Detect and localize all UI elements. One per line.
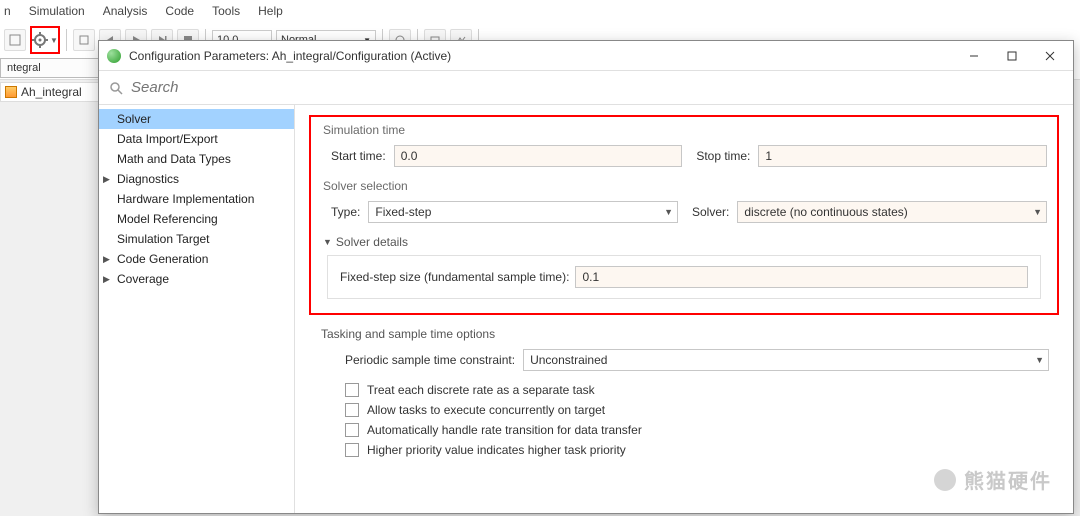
solver-details-toggle[interactable]: ▼ Solver details [323, 235, 1047, 249]
tree-item-code-gen[interactable]: ▶Code Generation [99, 249, 294, 269]
menu-item[interactable]: n [4, 4, 11, 18]
maximize-button[interactable] [997, 45, 1027, 67]
tree-item-sim-target[interactable]: Simulation Target [99, 229, 294, 249]
type-dropdown[interactable]: Fixed-step ▼ [368, 201, 678, 223]
tree-item-data-import-export[interactable]: Data Import/Export [99, 129, 294, 149]
config-params-dialog: Configuration Parameters: Ah_integral/Co… [98, 40, 1074, 514]
chevron-down-icon: ▼ [1035, 355, 1044, 365]
start-time-input[interactable] [394, 145, 683, 167]
doc-tab[interactable]: ntegral [0, 58, 100, 78]
periodic-constraint-dropdown[interactable]: Unconstrained ▼ [523, 349, 1049, 371]
search-icon [109, 81, 123, 95]
solver-panel: Simulation time Start time: Stop time: S… [295, 105, 1073, 513]
chevron-down-icon: ▼ [664, 207, 673, 217]
tree-item-math-data-types[interactable]: Math and Data Types [99, 149, 294, 169]
separator [66, 29, 67, 51]
sim-time-heading: Simulation time [323, 123, 1047, 137]
start-time-label: Start time: [331, 149, 386, 163]
tree-item-hardware-impl[interactable]: Hardware Implementation [99, 189, 294, 209]
search-bar[interactable] [99, 71, 1073, 105]
search-input[interactable] [129, 78, 1063, 97]
fixed-step-input[interactable] [575, 266, 1028, 288]
dialog-titlebar: Configuration Parameters: Ah_integral/Co… [99, 41, 1073, 71]
expander-icon[interactable]: ▶ [103, 174, 110, 185]
solver-selection-row: Type: Fixed-step ▼ Solver: discrete (no … [331, 201, 1047, 223]
chevron-down-icon: ▼ [323, 237, 332, 247]
solver-details-label: Solver details [336, 235, 408, 249]
checkbox-row: Automatically handle rate transition for… [345, 423, 1049, 437]
chevron-down-icon: ▼ [1033, 207, 1042, 217]
solver-value: discrete (no continuous states) [744, 205, 907, 219]
model-settings-button[interactable]: ▼ [30, 26, 60, 54]
rate-transition-checkbox[interactable] [345, 423, 359, 437]
category-tree: Solver Data Import/Export Math and Data … [99, 105, 295, 513]
highlighted-region: Simulation time Start time: Stop time: S… [309, 115, 1059, 315]
dropdown-caret-icon: ▼ [50, 36, 58, 45]
tree-item-coverage[interactable]: ▶Coverage [99, 269, 294, 289]
concurrent-tasks-label: Allow tasks to execute concurrently on t… [367, 403, 605, 417]
concurrent-tasks-checkbox[interactable] [345, 403, 359, 417]
periodic-constraint-value: Unconstrained [530, 353, 607, 367]
expander-icon[interactable]: ▶ [103, 254, 110, 265]
periodic-constraint-label: Periodic sample time constraint: [345, 353, 515, 367]
solver-details-box: Fixed-step size (fundamental sample time… [327, 255, 1041, 299]
menubar: n Simulation Analysis Code Tools Help [0, 0, 283, 22]
tree-item-solver[interactable]: Solver [99, 109, 294, 129]
stop-time-label: Stop time: [696, 149, 750, 163]
sim-time-row: Start time: Stop time: [331, 145, 1047, 167]
gear-icon [32, 32, 48, 48]
menu-item[interactable]: Tools [212, 4, 240, 18]
toolbar-button[interactable] [4, 29, 26, 51]
solver-selection-heading: Solver selection [323, 179, 1047, 193]
menu-item[interactable]: Code [165, 4, 194, 18]
tree-item-model-ref[interactable]: Model Referencing [99, 209, 294, 229]
dialog-title: Configuration Parameters: Ah_integral/Co… [129, 49, 951, 63]
checkbox-row: Allow tasks to execute concurrently on t… [345, 403, 1049, 417]
fixed-step-label: Fixed-step size (fundamental sample time… [340, 270, 569, 284]
dialog-icon [107, 49, 121, 63]
discrete-rate-label: Treat each discrete rate as a separate t… [367, 383, 595, 397]
expander-icon[interactable]: ▶ [103, 274, 110, 285]
menu-item[interactable]: Analysis [103, 4, 148, 18]
rate-transition-label: Automatically handle rate transition for… [367, 423, 642, 437]
periodic-constraint-row: Periodic sample time constraint: Unconst… [345, 349, 1049, 371]
model-file-label: Ah_integral [21, 85, 82, 99]
checkbox-row: Treat each discrete rate as a separate t… [345, 383, 1049, 397]
type-value: Fixed-step [375, 205, 431, 219]
close-button[interactable] [1035, 45, 1065, 67]
document-area: ntegral Ah_integral [0, 58, 100, 102]
tasking-heading: Tasking and sample time options [321, 327, 1049, 341]
menu-item[interactable]: Simulation [29, 4, 85, 18]
minimize-button[interactable] [959, 45, 989, 67]
stop-time-input[interactable] [758, 145, 1047, 167]
model-file-item[interactable]: Ah_integral [0, 82, 100, 102]
menu-item[interactable]: Help [258, 4, 283, 18]
priority-value-checkbox[interactable] [345, 443, 359, 457]
tasking-section: Tasking and sample time options Periodic… [309, 325, 1059, 457]
model-icon [5, 86, 17, 98]
priority-value-label: Higher priority value indicates higher t… [367, 443, 626, 457]
solver-label: Solver: [692, 205, 729, 219]
checkbox-row: Higher priority value indicates higher t… [345, 443, 1049, 457]
type-label: Type: [331, 205, 360, 219]
tree-item-diagnostics[interactable]: ▶Diagnostics [99, 169, 294, 189]
discrete-rate-checkbox[interactable] [345, 383, 359, 397]
dialog-body: Solver Data Import/Export Math and Data … [99, 105, 1073, 513]
toolbar-button[interactable] [73, 29, 95, 51]
solver-dropdown[interactable]: discrete (no continuous states) ▼ [737, 201, 1047, 223]
